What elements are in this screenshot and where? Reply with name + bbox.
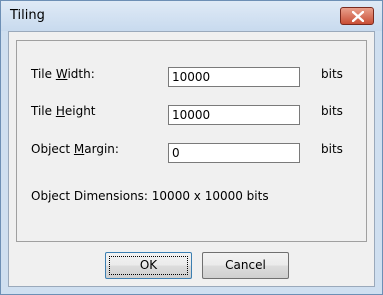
object-margin-label: Object Margin: — [31, 142, 119, 156]
tile-width-field[interactable] — [168, 67, 300, 87]
tile-height-unit: bits — [321, 104, 343, 118]
tile-height-field[interactable] — [168, 105, 300, 125]
tile-height-input[interactable] — [169, 106, 292, 124]
tile-height-label: Tile Height — [31, 104, 96, 118]
cancel-button[interactable]: Cancel — [202, 252, 289, 279]
tile-width-unit: bits — [321, 67, 343, 81]
cancel-button-label: Cancel — [225, 258, 266, 272]
object-margin-field[interactable] — [168, 143, 300, 163]
object-margin-unit: bits — [321, 142, 343, 156]
ok-button[interactable]: OK — [105, 252, 192, 279]
close-icon — [352, 11, 364, 22]
close-button[interactable] — [340, 7, 374, 25]
object-margin-input[interactable] — [169, 144, 292, 162]
dialog-title: Tiling — [10, 8, 45, 23]
tile-width-label: Tile Width: — [31, 67, 95, 81]
object-dimensions-text: Object Dimensions: 10000 x 10000 bits — [31, 189, 269, 203]
tile-width-input[interactable] — [169, 68, 292, 86]
tiling-dialog: Tiling Tile Width: bits Tile Height bits… — [0, 0, 383, 295]
settings-group: Tile Width: bits Tile Height bits Object… — [16, 40, 367, 242]
focus-rectangle — [109, 256, 188, 275]
title-bar[interactable]: Tiling — [1, 1, 382, 31]
dialog-body: Tile Width: bits Tile Height bits Object… — [8, 31, 375, 287]
